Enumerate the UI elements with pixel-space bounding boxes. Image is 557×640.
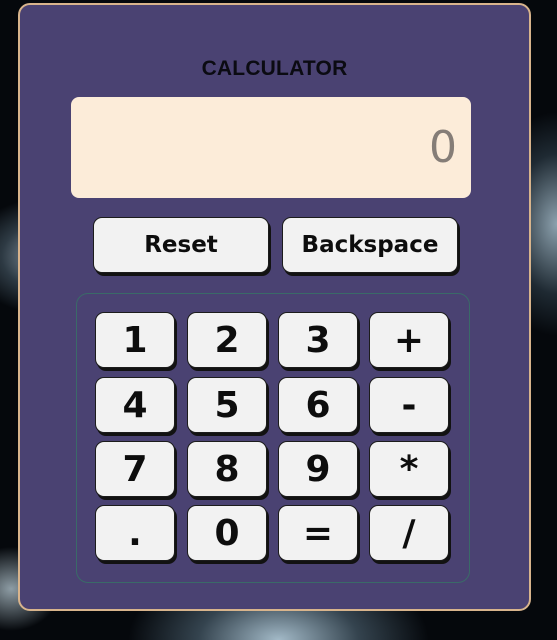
- key-1[interactable]: 1: [95, 312, 175, 368]
- key-6[interactable]: 6: [278, 377, 358, 433]
- key-decimal[interactable]: .: [95, 505, 175, 561]
- calculator-title: CALCULATOR: [201, 57, 348, 80]
- key-2[interactable]: 2: [187, 312, 267, 368]
- key-divide[interactable]: /: [369, 505, 449, 561]
- key-5[interactable]: 5: [187, 377, 267, 433]
- key-multiply[interactable]: *: [369, 441, 449, 497]
- key-equals[interactable]: =: [278, 505, 358, 561]
- keypad: 1 2 3 + 4 5 6 - 7 8 9 * . 0 = /: [76, 293, 470, 583]
- key-9[interactable]: 9: [278, 441, 358, 497]
- calculator-panel: CALCULATOR 0 Reset Backspace 1 2 3 + 4 5…: [18, 3, 531, 611]
- key-0[interactable]: 0: [187, 505, 267, 561]
- key-4[interactable]: 4: [95, 377, 175, 433]
- key-minus[interactable]: -: [369, 377, 449, 433]
- backspace-button[interactable]: Backspace: [282, 217, 458, 273]
- calculator-display: 0: [71, 97, 471, 198]
- reset-button[interactable]: Reset: [93, 217, 269, 273]
- key-7[interactable]: 7: [95, 441, 175, 497]
- key-plus[interactable]: +: [369, 312, 449, 368]
- key-3[interactable]: 3: [278, 312, 358, 368]
- key-8[interactable]: 8: [187, 441, 267, 497]
